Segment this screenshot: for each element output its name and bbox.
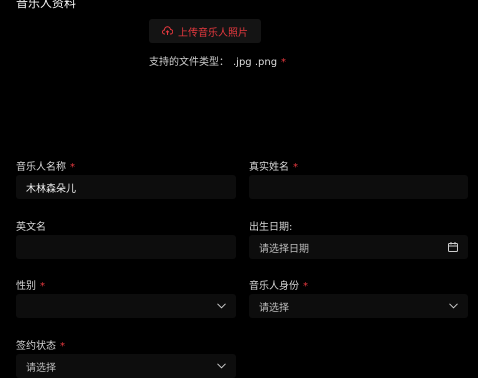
artist-identity-select[interactable]: 请选择 <box>249 294 468 318</box>
required-mark: * <box>303 281 308 292</box>
artist-name-label: 音乐人名称 * <box>16 158 75 173</box>
gender-label: 性别 * <box>16 277 45 292</box>
upload-photo-button[interactable]: 上传音乐人照片 <box>149 19 261 43</box>
gender-label-text: 性别 <box>16 281 36 292</box>
real-name-input[interactable] <box>249 175 468 199</box>
contract-status-select[interactable]: 请选择 <box>16 354 236 378</box>
real-name-label: 真实姓名 * <box>249 158 298 173</box>
required-mark: * <box>293 162 298 173</box>
birth-date-picker[interactable]: 请选择日期 <box>249 235 468 259</box>
chevron-down-icon <box>217 303 226 309</box>
chevron-down-icon <box>449 303 458 309</box>
chevron-down-icon <box>217 363 226 369</box>
gender-select[interactable] <box>16 294 236 318</box>
real-name-label-text: 真实姓名 <box>249 162 289 173</box>
contract-status-label-text: 签约状态 <box>16 341 56 352</box>
file-types-label: 支持的文件类型： <box>149 57 229 68</box>
required-mark: * <box>70 162 75 173</box>
artist-name-input[interactable]: 木林森朵儿 <box>16 175 236 199</box>
birth-date-label: 出生日期: <box>249 222 293 233</box>
upload-button-label: 上传音乐人照片 <box>178 27 248 39</box>
file-types-value: .jpg .png <box>233 57 278 68</box>
english-name-input[interactable] <box>16 235 236 259</box>
artist-identity-label-text: 音乐人身份 <box>249 281 299 292</box>
required-mark: * <box>40 281 45 292</box>
artist-name-value: 木林森朵儿 <box>26 183 76 195</box>
page-title: 音乐人资料 <box>16 0 77 10</box>
contract-status-label: 签约状态 * <box>16 337 65 352</box>
birth-date-placeholder: 请选择日期 <box>259 243 309 255</box>
file-types-hint: 支持的文件类型： .jpg .png * <box>149 53 286 68</box>
english-name-label: 英文名 <box>16 222 46 233</box>
artist-name-label-text: 音乐人名称 <box>16 162 66 173</box>
artist-identity-placeholder: 请选择 <box>259 302 289 314</box>
upload-icon <box>162 26 173 36</box>
calendar-icon <box>448 242 458 252</box>
required-mark: * <box>281 57 287 68</box>
required-mark: * <box>60 341 65 352</box>
artist-identity-label: 音乐人身份 * <box>249 277 308 292</box>
contract-status-placeholder: 请选择 <box>26 362 56 374</box>
